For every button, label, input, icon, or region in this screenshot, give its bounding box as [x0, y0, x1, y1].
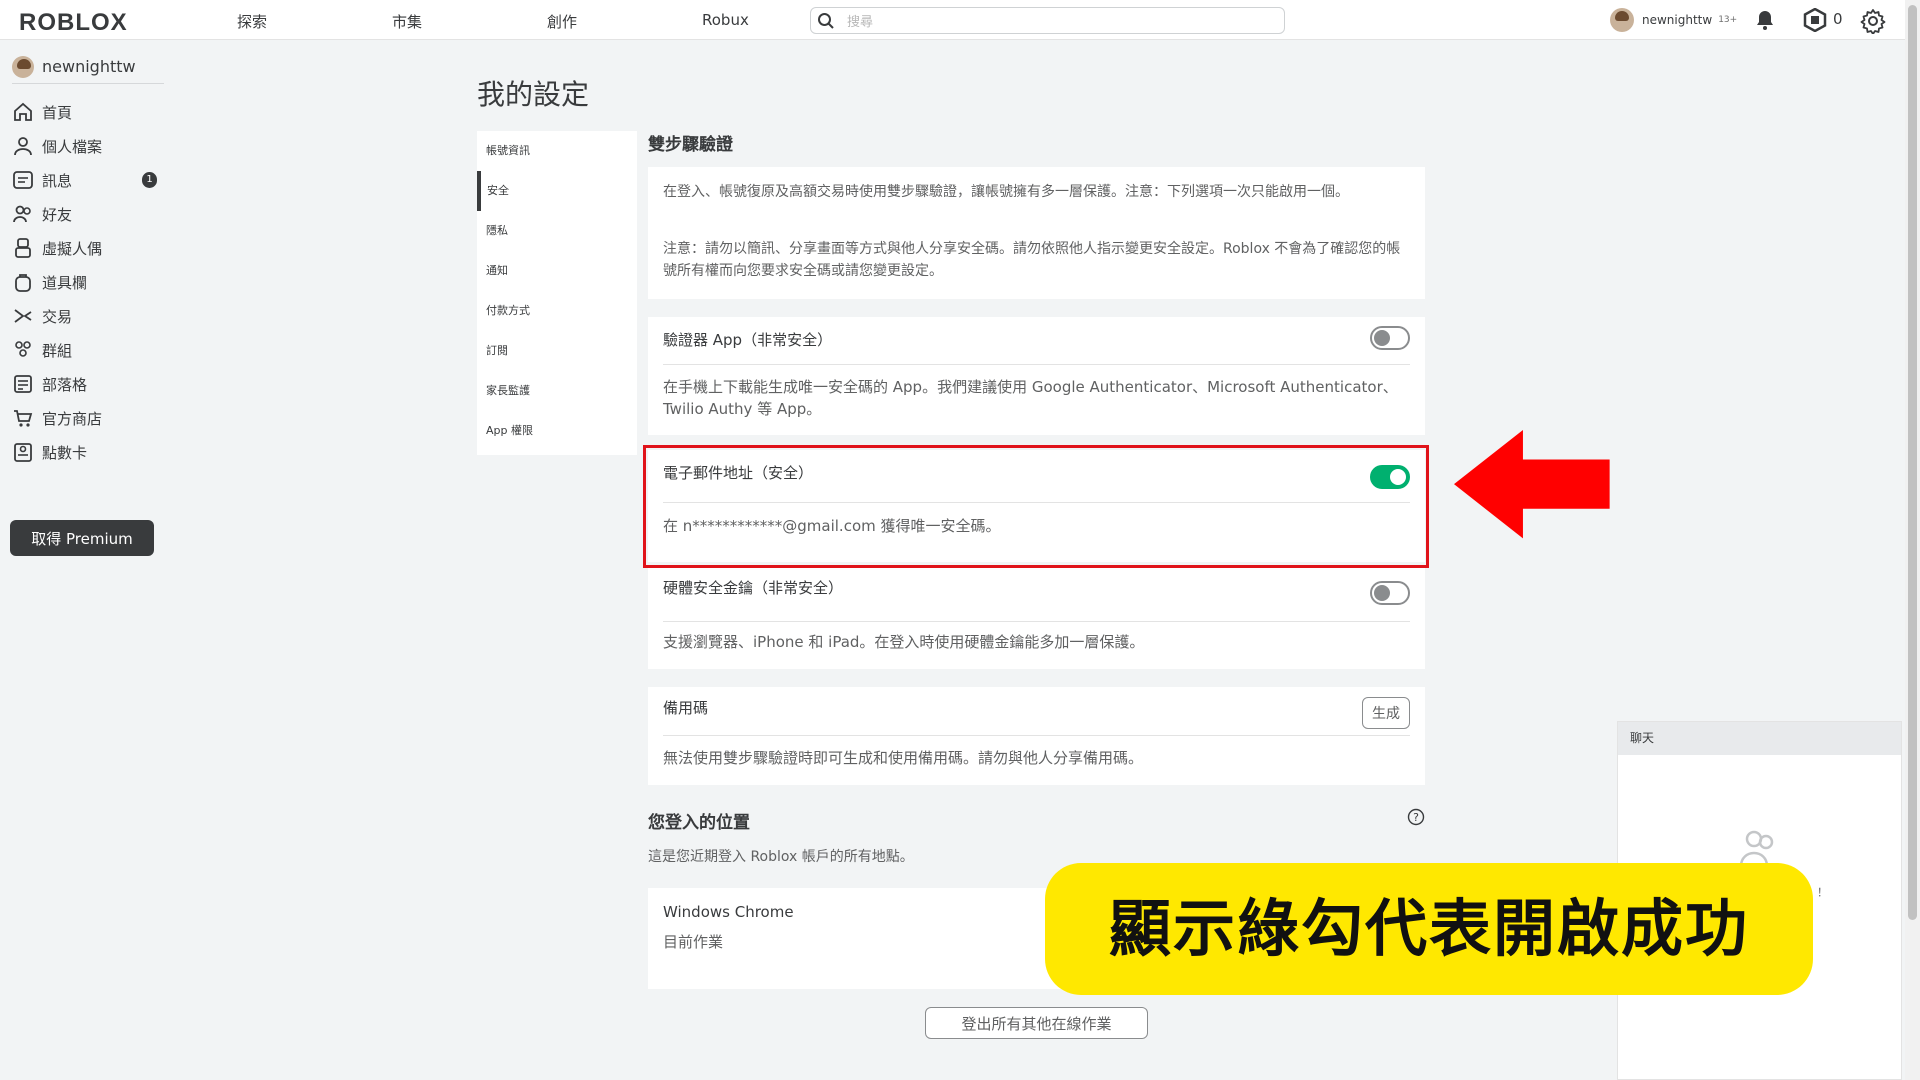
sidebar-item-label: 部落格	[42, 375, 88, 394]
highlight-box	[643, 445, 1429, 568]
top-username: newnighttw	[1642, 13, 1713, 27]
settings-subnav: 帳號資訊 安全 隱私 通知 付款方式 訂閱 家長監護 App 權限	[477, 131, 637, 455]
backup-codes-card: 備用碼 生成 無法使用雙步驟驗證時即可生成和使用備用碼。請勿與他人分享備用碼。	[648, 687, 1425, 785]
notice-text-2: 注意：請勿以簡訊、分享畫面等方式與他人分享安全碼。請勿依照他人指示變更安全設定。…	[663, 241, 1401, 279]
nav-marketplace[interactable]: 市集	[392, 11, 422, 32]
messages-badge: 1	[142, 172, 157, 188]
sidebar-item-label: 虛擬人偶	[42, 239, 103, 258]
subnav-privacy[interactable]: 隱私	[477, 211, 637, 251]
authenticator-card: 驗證器 App（非常安全） 在手機上下載能生成唯一安全碼的 App。我們建議使用…	[648, 317, 1425, 435]
backup-codes-desc: 無法使用雙步驟驗證時即可生成和使用備用碼。請勿與他人分享備用碼。	[663, 749, 1144, 767]
help-icon[interactable]: ?	[1407, 808, 1425, 826]
page-title: 我的設定	[477, 78, 590, 111]
backup-codes-title: 備用碼	[663, 699, 709, 717]
roblox-logo[interactable]: ROBLOX	[19, 9, 128, 37]
notice-text-1: 在登入、帳號復原及高額交易時使用雙步驟驗證，讓帳號擁有多一層保護。注意：下列選項…	[663, 184, 1349, 200]
nav-create[interactable]: 創作	[547, 11, 577, 32]
top-bar: ROBLOX 探索 市集 創作 Robux newnighttw 13+ 0	[0, 0, 1905, 40]
notifications-icon[interactable]	[1753, 8, 1777, 32]
avatar-icon	[15, 238, 31, 258]
chat-empty-text: ！	[1817, 886, 1828, 899]
subnav-payment-methods[interactable]: 付款方式	[477, 291, 637, 331]
friends-icon	[13, 205, 31, 223]
sidebar-item-label: 好友	[42, 205, 73, 224]
age-badge: 13+	[1718, 15, 1738, 25]
sidebar-item-label: 首頁	[42, 103, 73, 122]
search-box[interactable]	[810, 7, 1285, 34]
get-premium-button[interactable]: 取得 Premium	[10, 520, 154, 556]
caption-overlay: 顯示綠勾代表開啟成功	[1045, 863, 1813, 995]
sidebar-user[interactable]: newnighttw	[12, 50, 164, 84]
sessions-title: 您登入的位置	[648, 813, 750, 833]
security-key-desc: 支援瀏覽器、iPhone 和 iPad。在登入時使用硬體金鑰能多加一層保護。	[663, 633, 1145, 651]
security-key-toggle[interactable]	[1370, 581, 1410, 605]
subnav-account-info[interactable]: 帳號資訊	[477, 131, 637, 171]
subnav-subscriptions[interactable]: 訂閱	[477, 331, 637, 371]
left-sidebar: newnighttw 首頁 個人檔案 訊息 1 好友 虛擬人偶 道具欄 交易 群…	[0, 40, 175, 1080]
subnav-notifications[interactable]: 通知	[477, 251, 637, 291]
trade-icon	[14, 309, 32, 323]
avatar	[12, 55, 34, 78]
groups-icon	[15, 341, 31, 357]
avatar	[1610, 8, 1634, 32]
authenticator-toggle[interactable]	[1370, 326, 1410, 350]
logout-other-sessions-button[interactable]: 登出所有其他在線作業	[925, 1007, 1148, 1039]
subnav-app-permissions[interactable]: App 權限	[477, 411, 637, 451]
home-icon	[14, 102, 32, 121]
sidebar-item-home[interactable]: 首頁	[12, 98, 157, 126]
divider	[663, 735, 1410, 736]
security-key-title: 硬體安全金鑰（非常安全）	[663, 579, 844, 597]
svg-text:?: ?	[1413, 811, 1419, 824]
sidebar-item-label: 群組	[42, 341, 73, 360]
sidebar-item-label: 交易	[42, 307, 73, 326]
divider	[663, 364, 1410, 365]
sidebar-item-label: 道具欄	[42, 273, 88, 292]
sidebar-item-messages[interactable]: 訊息 1	[12, 166, 157, 194]
sidebar-item-store[interactable]: 官方商店	[12, 404, 157, 432]
nav-robux[interactable]: Robux	[702, 11, 749, 29]
blog-icon	[14, 375, 32, 393]
two-step-title: 雙步驟驗證	[648, 135, 733, 155]
session-device: Windows Chrome	[663, 903, 794, 921]
subnav-security[interactable]: 安全	[477, 171, 637, 211]
messages-icon	[13, 171, 33, 189]
gift-card-icon	[14, 443, 32, 462]
scrollbar-thumb[interactable]	[1908, 5, 1917, 920]
security-key-card: 硬體安全金鑰（非常安全） 支援瀏覽器、iPhone 和 iPad。在登入時使用硬…	[648, 565, 1425, 669]
authenticator-title: 驗證器 App（非常安全）	[663, 331, 833, 349]
page-scrollbar[interactable]	[1905, 0, 1920, 1080]
sidebar-item-groups[interactable]: 群組	[12, 336, 157, 364]
top-user-menu[interactable]: newnighttw 13+	[1610, 7, 1737, 33]
divider	[663, 621, 1410, 622]
sidebar-item-label: 官方商店	[42, 409, 103, 428]
store-icon	[14, 410, 33, 427]
sidebar-item-trade[interactable]: 交易	[12, 302, 157, 330]
chat-header[interactable]: 聊天	[1618, 722, 1901, 755]
subnav-parental-controls[interactable]: 家長監護	[477, 371, 637, 411]
sidebar-item-inventory[interactable]: 道具欄	[12, 268, 157, 296]
authenticator-desc: 在手機上下載能生成唯一安全碼的 App。我們建議使用 Google Authen…	[663, 378, 1398, 418]
inventory-icon	[15, 274, 31, 292]
sidebar-item-friends[interactable]: 好友	[12, 200, 157, 228]
generate-button[interactable]: 生成	[1362, 697, 1410, 729]
two-step-notice-card: 在登入、帳號復原及高額交易時使用雙步驟驗證，讓帳號擁有多一層保護。注意：下列選項…	[648, 167, 1425, 299]
gear-icon[interactable]	[1860, 8, 1886, 34]
robux-count: 0	[1833, 10, 1843, 28]
sidebar-item-label: 訊息	[42, 171, 73, 190]
sidebar-item-avatar[interactable]: 虛擬人偶	[12, 234, 157, 262]
sidebar-item-label: 點數卡	[42, 443, 88, 462]
sidebar-item-blog[interactable]: 部落格	[12, 370, 157, 398]
sidebar-item-profile[interactable]: 個人檔案	[12, 132, 157, 160]
search-icon	[818, 13, 834, 29]
sidebar-item-label: 個人檔案	[42, 137, 103, 156]
sidebar-item-gift-cards[interactable]: 點數卡	[12, 438, 157, 466]
profile-icon	[14, 137, 32, 156]
sidebar-username: newnighttw	[42, 57, 136, 76]
robux-icon[interactable]	[1803, 8, 1827, 32]
red-arrow-icon	[1452, 430, 1612, 540]
search-input[interactable]	[845, 11, 1265, 31]
nav-discover[interactable]: 探索	[237, 11, 267, 32]
